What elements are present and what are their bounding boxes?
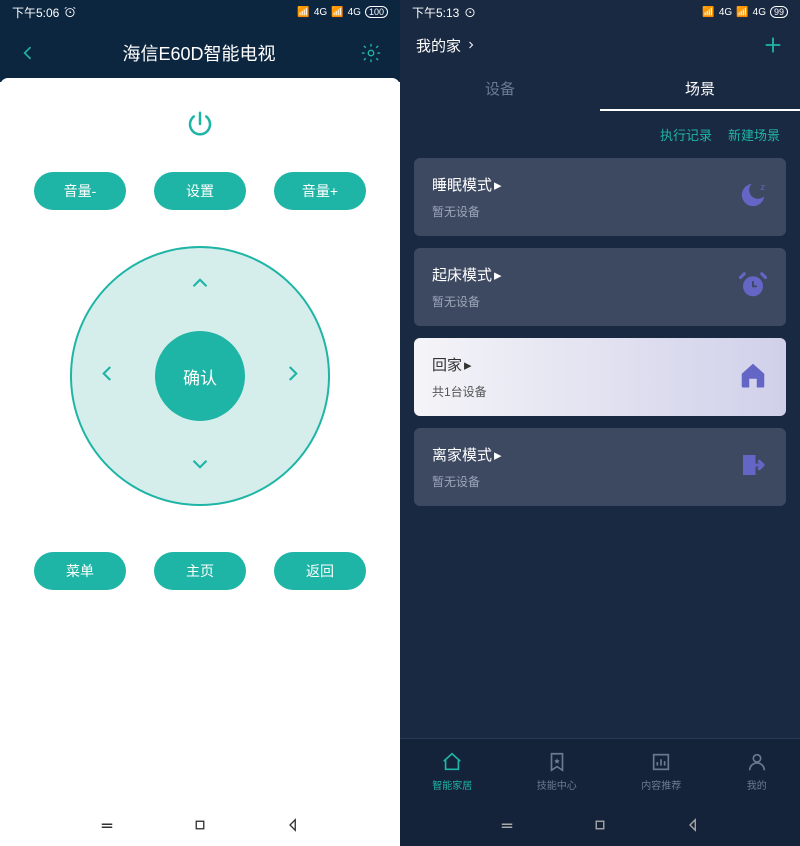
- scene-card-home[interactable]: 回家▸ 共1台设备: [414, 338, 786, 416]
- net-label-2: 4G: [348, 7, 361, 18]
- scene-list: 睡眠模式▸ 暂无设备 z 起床模式▸ 暂无设备 回家▸ 共1台设备: [400, 158, 800, 738]
- smart-home-app-screen: 下午5:13 📶 4G 📶 4G 99 我的家 设备 场景 执行记录 新建场景 …: [400, 0, 800, 846]
- scene-card-sleep[interactable]: 睡眠模式▸ 暂无设备 z: [414, 158, 786, 236]
- person-icon: [746, 751, 768, 773]
- home-icon: [738, 360, 768, 395]
- scene-subtitle: 暂无设备: [432, 203, 502, 220]
- home-icon[interactable]: [591, 816, 609, 834]
- remote-app-screen: 下午5:06 📶 4G 📶 4G 100 海信E60D智能电视 音量- 设置 音…: [0, 0, 400, 846]
- system-nav-bar: [0, 804, 400, 846]
- nav-label: 内容推荐: [641, 777, 681, 792]
- settings-button[interactable]: 设置: [154, 172, 246, 210]
- scene-actions: 执行记录 新建场景: [400, 111, 800, 158]
- chart-icon: [650, 751, 672, 773]
- scene-card-wakeup[interactable]: 起床模式▸ 暂无设备: [414, 248, 786, 326]
- nav-label: 技能中心: [537, 777, 577, 792]
- home-label: 我的家: [416, 35, 461, 56]
- nav-smart-home[interactable]: 智能家居: [432, 751, 472, 792]
- svg-text:z: z: [761, 182, 765, 192]
- dpad-up-button[interactable]: [187, 270, 213, 301]
- status-time: 下午5:06: [12, 4, 59, 21]
- status-bar: 下午5:13 📶 4G 📶 4G 99: [400, 0, 800, 24]
- back-button[interactable]: 返回: [274, 552, 366, 590]
- home-selector[interactable]: 我的家: [416, 35, 477, 56]
- caret-icon: ▸: [464, 356, 472, 374]
- back-nav-icon[interactable]: [284, 816, 302, 834]
- net-label: 4G: [719, 7, 732, 18]
- alarm-clock-icon: [738, 270, 768, 305]
- caret-icon: ▸: [494, 446, 502, 464]
- moon-icon: z: [738, 180, 768, 215]
- scene-subtitle: 暂无设备: [432, 473, 502, 490]
- system-nav-bar: [400, 804, 800, 846]
- menu-button[interactable]: 菜单: [34, 552, 126, 590]
- dpad-right-button[interactable]: [280, 361, 306, 392]
- nav-content[interactable]: 内容推荐: [641, 751, 681, 792]
- scene-title: 睡眠模式: [432, 174, 492, 195]
- page-title: 海信E60D智能电视: [122, 40, 275, 66]
- new-scene-link[interactable]: 新建场景: [728, 125, 780, 144]
- execution-log-link[interactable]: 执行记录: [660, 125, 712, 144]
- exit-icon: [738, 450, 768, 485]
- dpad-left-button[interactable]: [94, 361, 120, 392]
- gear-icon[interactable]: [360, 42, 382, 64]
- remote-header: 海信E60D智能电视: [0, 24, 400, 82]
- house-icon: [441, 751, 463, 773]
- alarm-icon: [463, 5, 477, 19]
- net-label: 4G: [314, 7, 327, 18]
- top-button-row: 音量- 设置 音量+: [34, 172, 366, 210]
- volume-down-button[interactable]: 音量-: [34, 172, 126, 210]
- volume-up-button[interactable]: 音量+: [274, 172, 366, 210]
- nav-mine[interactable]: 我的: [746, 751, 768, 792]
- back-chevron-icon[interactable]: [18, 43, 38, 63]
- bottom-button-row: 菜单 主页 返回: [34, 552, 366, 590]
- caret-icon: ▸: [494, 266, 502, 284]
- scene-card-away[interactable]: 离家模式▸ 暂无设备: [414, 428, 786, 506]
- signal-icon: 📶: [297, 7, 309, 18]
- scene-subtitle: 共1台设备: [432, 383, 487, 400]
- signal-icon-2: 📶: [331, 7, 343, 18]
- bookmark-icon: [546, 751, 568, 773]
- battery-label: 99: [770, 6, 788, 18]
- home-icon[interactable]: [191, 816, 209, 834]
- remote-body: 音量- 设置 音量+ 确认 菜单 主页 返回: [0, 78, 400, 804]
- chevron-right-icon: [465, 39, 477, 51]
- nav-skills[interactable]: 技能中心: [537, 751, 577, 792]
- battery-label: 100: [365, 6, 388, 18]
- dpad-down-button[interactable]: [187, 451, 213, 482]
- signal-icon: 📶: [702, 7, 714, 18]
- status-time: 下午5:13: [412, 4, 459, 21]
- scenes-header: 我的家: [400, 24, 800, 56]
- power-button[interactable]: [180, 104, 220, 144]
- home-button[interactable]: 主页: [154, 552, 246, 590]
- bottom-nav: 智能家居 技能中心 内容推荐 我的: [400, 738, 800, 804]
- net-label-2: 4G: [753, 7, 766, 18]
- tab-devices[interactable]: 设备: [400, 68, 600, 111]
- alarm-icon: [63, 5, 77, 19]
- tab-scenes[interactable]: 场景: [600, 68, 800, 111]
- scene-subtitle: 暂无设备: [432, 293, 502, 310]
- nav-label: 智能家居: [432, 777, 472, 792]
- recent-apps-icon[interactable]: [98, 816, 116, 834]
- status-bar: 下午5:06 📶 4G 📶 4G 100: [0, 0, 400, 24]
- recent-apps-icon[interactable]: [498, 816, 516, 834]
- add-icon[interactable]: [762, 34, 784, 56]
- dpad: 确认: [70, 246, 330, 506]
- tabs: 设备 场景: [400, 56, 800, 111]
- signal-icon-2: 📶: [736, 7, 748, 18]
- ok-button[interactable]: 确认: [155, 331, 245, 421]
- caret-icon: ▸: [494, 176, 502, 194]
- nav-label: 我的: [747, 777, 767, 792]
- back-nav-icon[interactable]: [684, 816, 702, 834]
- scene-title: 回家: [432, 354, 462, 375]
- scene-title: 起床模式: [432, 264, 492, 285]
- scene-title: 离家模式: [432, 444, 492, 465]
